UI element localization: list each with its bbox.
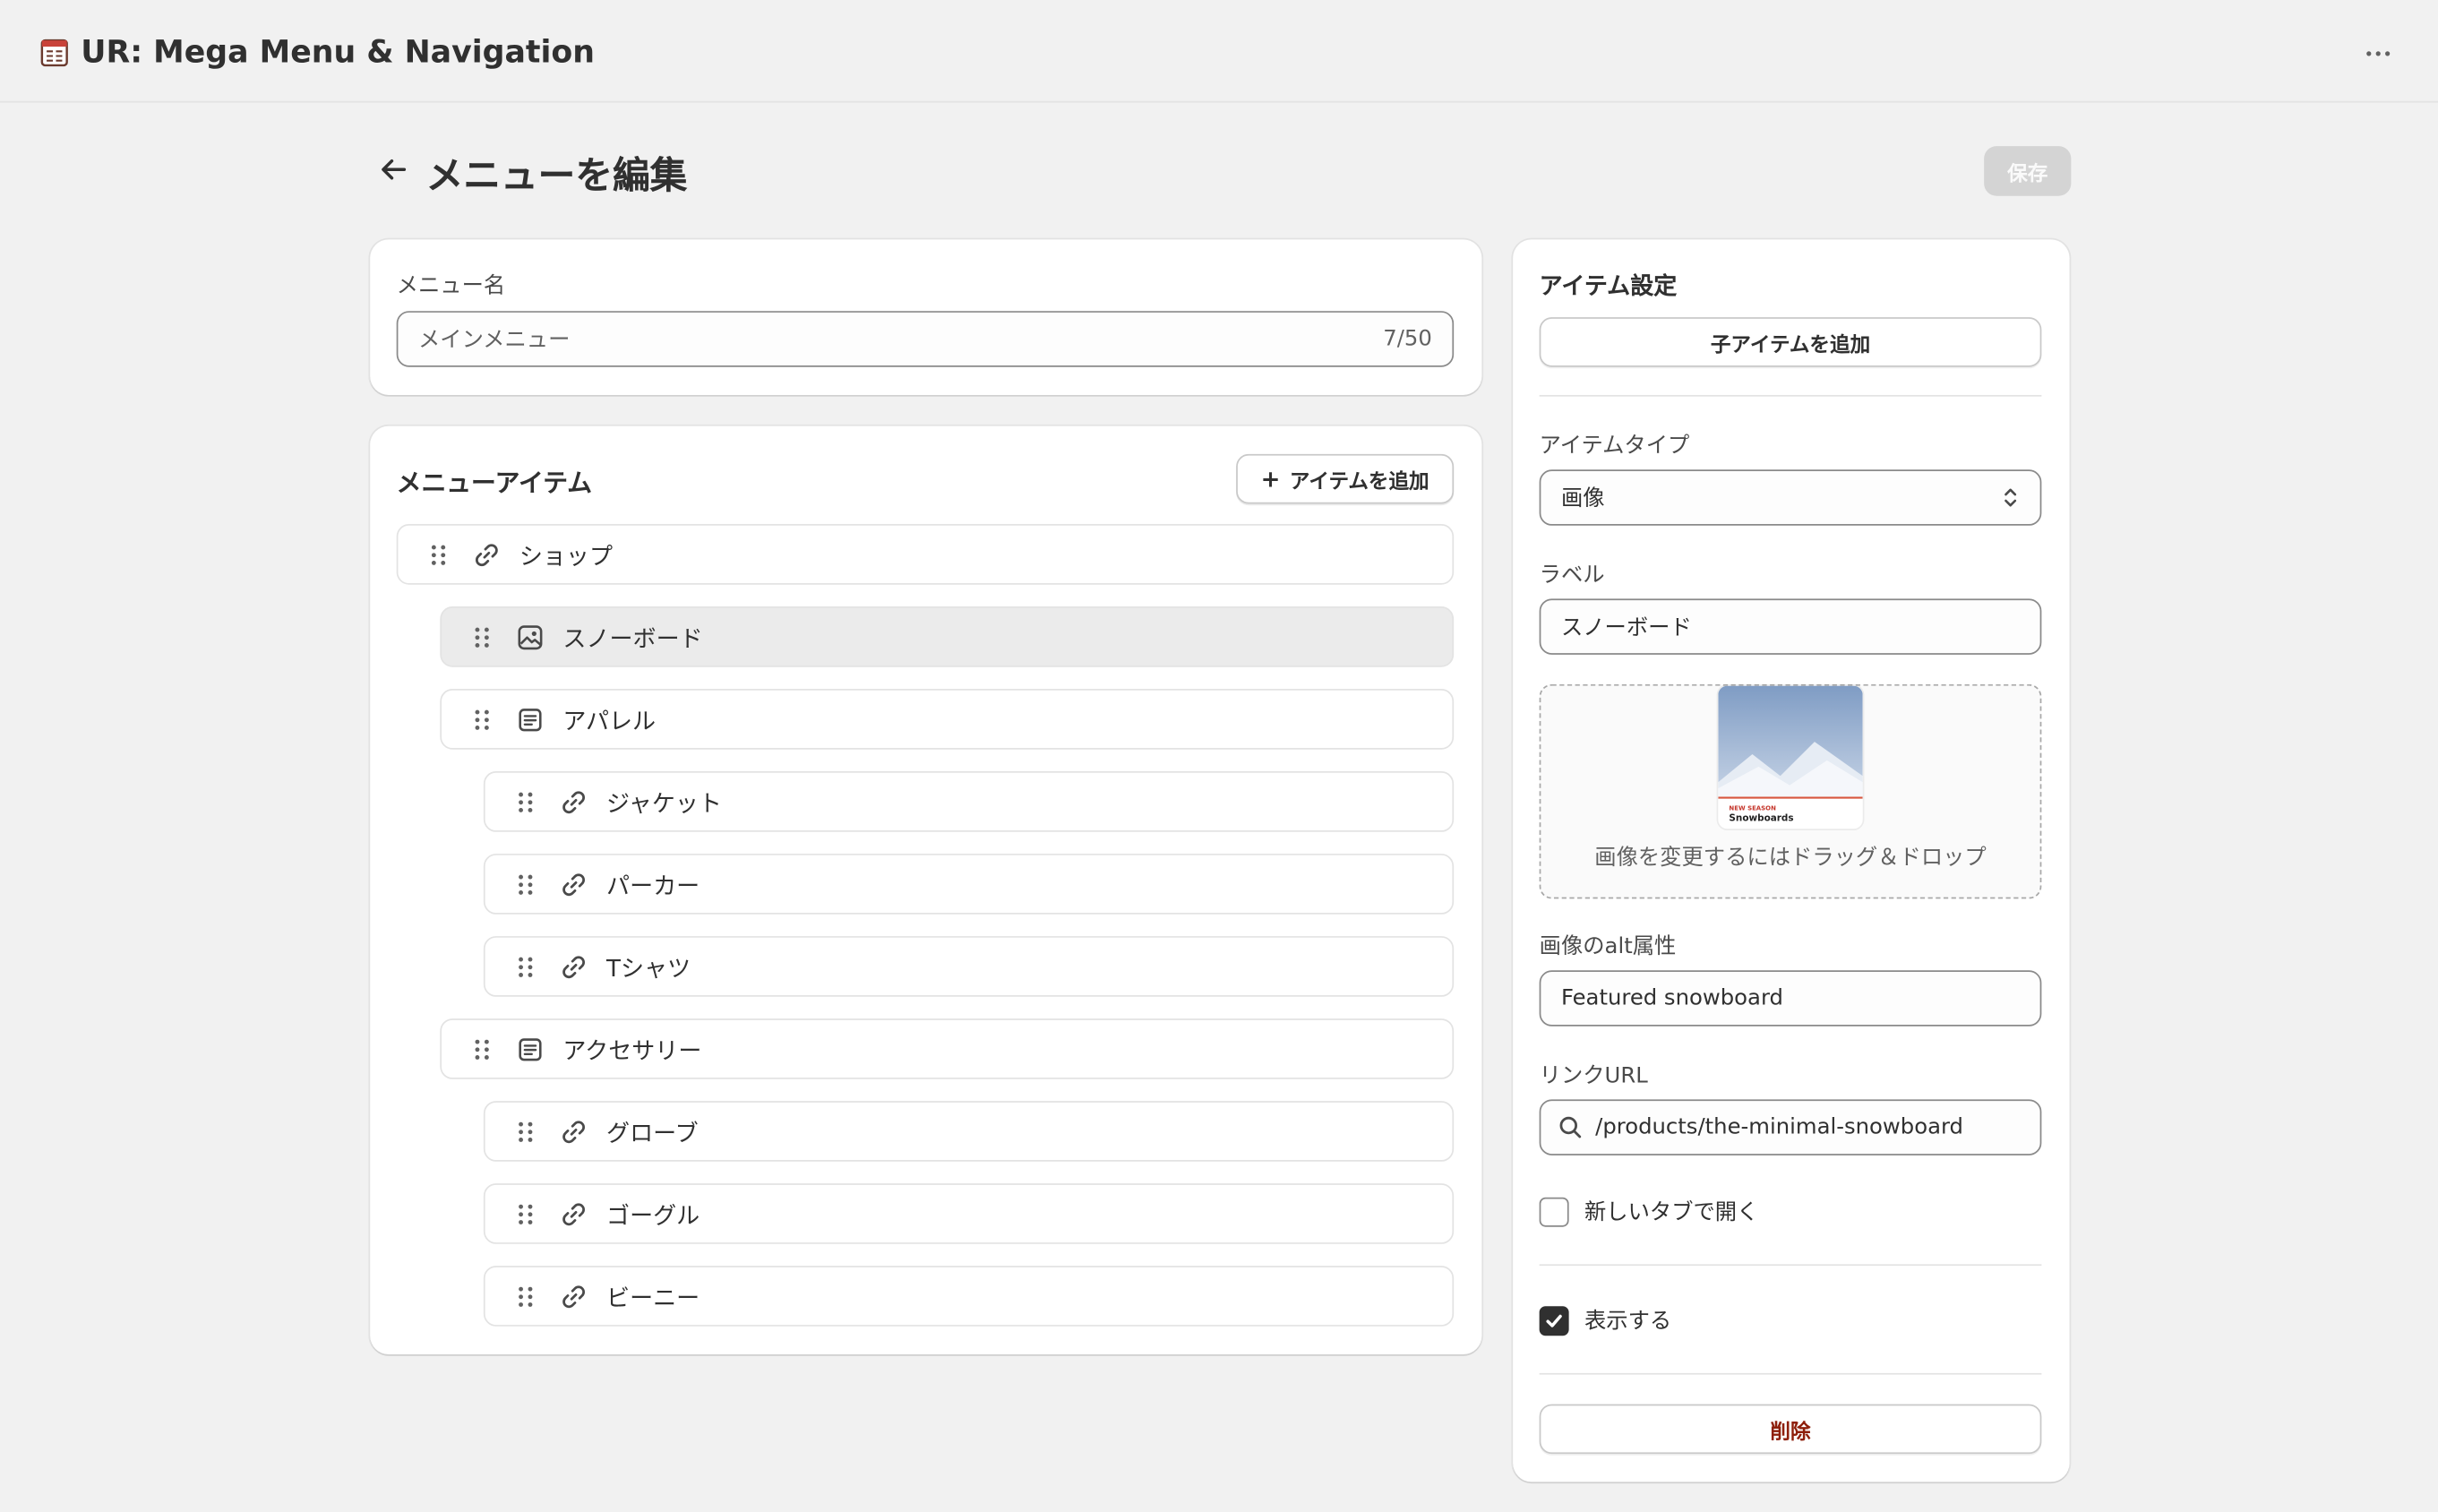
new-tab-label: 新しいタブで開く — [1584, 1200, 1759, 1225]
link-icon — [562, 1285, 585, 1309]
collection-icon — [519, 1038, 542, 1061]
url-input[interactable]: /products/the-minimal-snowboard — [1539, 1099, 2042, 1155]
url-input-value: /products/the-minimal-snowboard — [1595, 1114, 1963, 1140]
menu-item-row[interactable]: ショップ — [396, 524, 1455, 585]
menu-item-label: ビーニー — [606, 1284, 700, 1313]
menu-name-label: メニュー名 — [396, 273, 506, 299]
menu-item-row[interactable]: アパレル — [440, 689, 1455, 750]
menu-item-row[interactable]: パーカー — [483, 854, 1455, 915]
menu-item-label: Tシャツ — [606, 954, 691, 984]
divider — [1539, 1372, 2042, 1375]
save-button[interactable]: 保存 — [1984, 146, 2072, 196]
drag-handle-icon[interactable] — [516, 1286, 535, 1308]
alt-label: 画像のalt属性 — [1539, 934, 1677, 960]
label-field-label: ラベル — [1539, 563, 1605, 588]
link-icon — [562, 1121, 585, 1144]
app-header: UR: Mega Menu & Navigation — [0, 0, 2438, 103]
label-input-value: スノーボード — [1560, 615, 1692, 641]
drag-handle-icon[interactable] — [429, 545, 448, 566]
app-title: UR: Mega Menu & Navigation — [81, 32, 596, 71]
menu-items-title: メニューアイテム — [396, 468, 593, 498]
thumbnail-badge: NEW SEASON — [1729, 803, 1776, 812]
drag-handle-icon[interactable] — [516, 1204, 535, 1225]
link-icon — [562, 791, 585, 814]
menu-item-label: パーカー — [606, 872, 700, 901]
menu-name-value: メインメニュー — [417, 328, 571, 354]
menu-item-label: ジャケット — [606, 789, 722, 819]
menu-item-row[interactable]: アクセサリー — [440, 1018, 1455, 1079]
drag-handle-icon[interactable] — [473, 709, 492, 731]
drop-hint: 画像を変更するにはドラッグ＆ドロップ — [1594, 846, 1987, 872]
delete-button[interactable]: 削除 — [1539, 1404, 2042, 1455]
drag-handle-icon[interactable] — [516, 957, 535, 978]
visible-label: 表示する — [1584, 1309, 1672, 1335]
menu-item-row[interactable]: Tシャツ — [483, 936, 1455, 997]
alt-input-value: Featured snowboard — [1560, 985, 1783, 1011]
menu-item-label: ショップ — [519, 542, 614, 571]
url-label: リンクURL — [1539, 1063, 1648, 1089]
link-icon — [562, 873, 585, 897]
link-icon — [475, 544, 498, 567]
add-item-button[interactable]: + アイテムを追加 — [1236, 453, 1455, 504]
menu-item-label: グローブ — [606, 1119, 699, 1148]
select-chevron-icon — [2004, 488, 2017, 507]
plus-icon: + — [1260, 465, 1281, 494]
menu-item-label: アパレル — [562, 707, 657, 736]
image-icon — [518, 625, 543, 650]
menu-items-card: メニューアイテム + アイテムを追加 ショップスノーボード アパレルジャケットパー… — [370, 425, 1482, 1355]
divider — [1539, 1264, 2042, 1267]
add-child-item-button[interactable]: 子アイテムを追加 — [1539, 317, 2042, 367]
menu-item-label: アクセサリー — [562, 1036, 702, 1066]
menu-item-label: ゴーグル — [606, 1201, 700, 1231]
item-type-select[interactable]: 画像 — [1539, 469, 2042, 526]
drag-handle-icon[interactable] — [516, 1121, 535, 1143]
checkmark-icon — [1546, 1313, 1562, 1327]
divider — [1539, 394, 2042, 397]
alt-input[interactable]: Featured snowboard — [1539, 970, 2042, 1027]
menu-item-row[interactable]: ジャケット — [483, 771, 1455, 832]
collection-icon — [519, 709, 542, 732]
item-type-label: アイテムタイプ — [1539, 434, 1690, 460]
image-dropzone[interactable]: NEW SEASON Snowboards 画像を変更するにはドラッグ＆ドロップ — [1539, 683, 2042, 899]
drag-handle-icon[interactable] — [473, 1039, 492, 1061]
drag-handle-icon[interactable] — [473, 627, 492, 649]
item-settings-card: アイテム設定 子アイテムを追加 アイテムタイプ 画像 ラベル スノーボード NE… — [1513, 239, 2070, 1482]
visible-checkbox-row[interactable]: 表示する — [1539, 1305, 1672, 1336]
visible-checkbox[interactable] — [1539, 1305, 1569, 1336]
item-type-value: 画像 — [1560, 486, 1605, 512]
drag-handle-icon[interactable] — [516, 792, 535, 813]
menu-item-row[interactable]: ゴーグル — [483, 1183, 1455, 1244]
menu-item-row[interactable]: グローブ — [483, 1101, 1455, 1162]
thumbnail-caption: Snowboards — [1729, 812, 1794, 825]
add-item-label: アイテムを追加 — [1289, 470, 1429, 494]
menu-name-input[interactable]: メインメニュー 7/50 — [396, 311, 1455, 367]
new-tab-checkbox-row[interactable]: 新しいタブで開く — [1539, 1196, 1759, 1227]
more-actions-icon[interactable] — [2357, 40, 2398, 65]
app-icon — [40, 39, 68, 67]
app-stage: UR: Mega Menu & Navigation メニューを編集 保存 メニ… — [0, 0, 2438, 1512]
label-input[interactable]: スノーボード — [1539, 598, 2042, 655]
page-title: メニューを編集 — [425, 153, 688, 198]
menu-item-row[interactable]: スノーボード — [440, 606, 1455, 667]
image-thumbnail: NEW SEASON Snowboards — [1718, 685, 1863, 829]
new-tab-checkbox[interactable] — [1539, 1196, 1569, 1226]
menu-item-label: スノーボード — [562, 624, 703, 654]
menu-name-card: メニュー名 メインメニュー 7/50 — [370, 239, 1482, 395]
back-arrow-icon[interactable] — [376, 152, 410, 186]
menu-item-row[interactable]: ビーニー — [483, 1266, 1455, 1327]
menu-name-counter: 7/50 — [1383, 326, 1432, 352]
item-settings-title: アイテム設定 — [1539, 271, 1678, 301]
link-icon — [562, 1203, 585, 1226]
drag-handle-icon[interactable] — [516, 874, 535, 896]
search-icon — [1559, 1116, 1582, 1138]
link-icon — [562, 956, 585, 979]
